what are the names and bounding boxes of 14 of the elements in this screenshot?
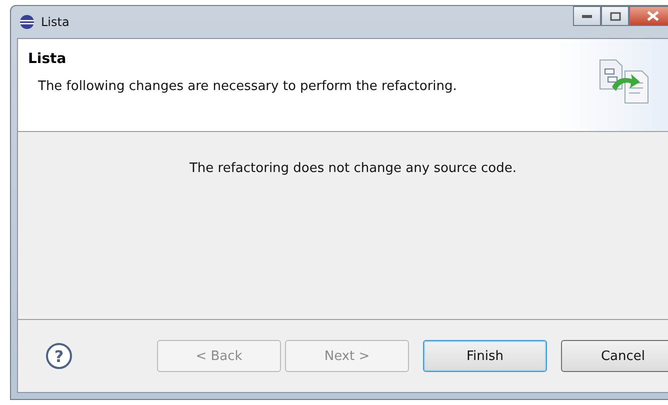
- wizard-button[interactable]: Finish: [423, 340, 547, 372]
- minimize-button[interactable]: [573, 6, 601, 26]
- maximize-icon: [610, 12, 620, 20]
- minimize-icon: [582, 14, 592, 18]
- globe-icon: [19, 14, 35, 30]
- maximize-button[interactable]: [601, 6, 629, 26]
- window-title: Lista: [41, 15, 70, 29]
- close-button[interactable]: [629, 6, 668, 26]
- wizard-title: Lista: [28, 51, 68, 67]
- wizard-button[interactable]: Cancel: [561, 340, 668, 372]
- help-button[interactable]: ?: [46, 343, 72, 369]
- wizard-description: The following changes are necessary to perform the refactoring.: [37, 79, 457, 94]
- close-icon: [647, 11, 659, 21]
- status-message: The refactoring does not change any source code.: [189, 161, 516, 178]
